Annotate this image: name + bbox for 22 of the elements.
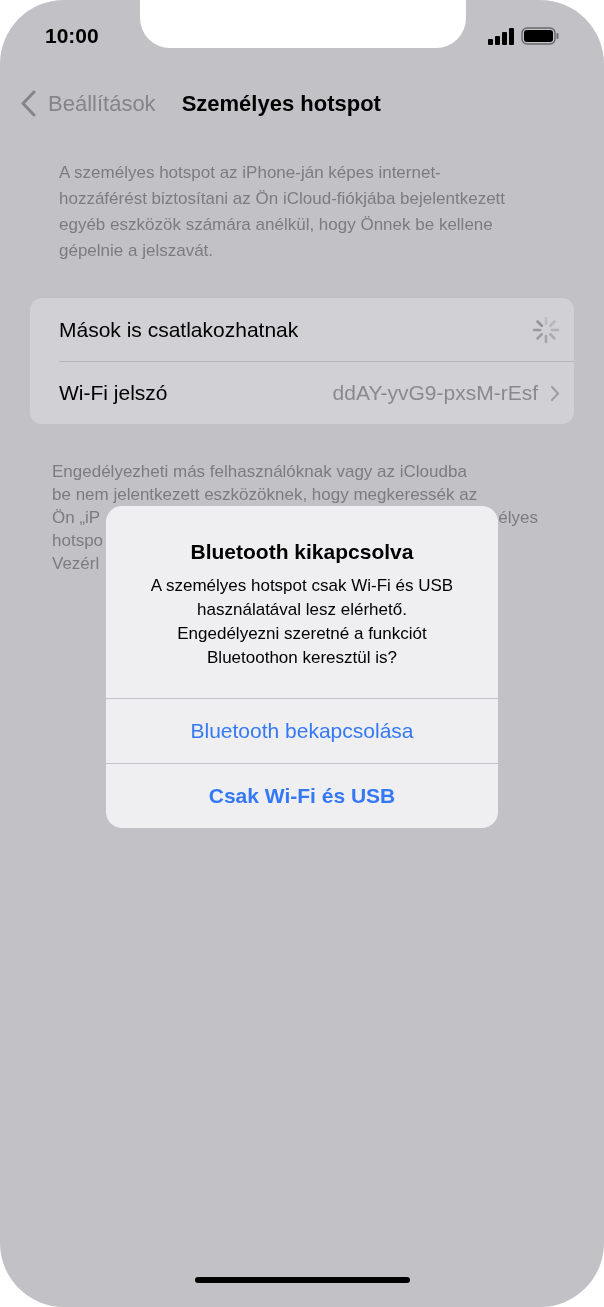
alert-action-button[interactable]: Csak Wi-Fi és USB	[106, 762, 498, 828]
description-text: A személyes hotspot az iPhone-ján képes internet-hozzáférést biztosítani az Ön iCloud-fiókjába bejelentkezett egyéb eszközök számára anélkül, hogy Önnek be kellene gépelnie a jelszavát.	[59, 162, 507, 262]
page-title: Személyes hotspot	[181, 89, 381, 118]
chevron-left-icon	[20, 89, 36, 117]
footer-text: Engedélyezheti más felhasználóknak vagy az iCloudba	[52, 460, 467, 483]
loading-spinner-icon	[532, 315, 560, 344]
alert-title: Bluetooth kikapcsolva	[190, 539, 414, 565]
footer-text: hotspo	[52, 529, 104, 552]
back-button[interactable]: Beállítások	[20, 86, 156, 120]
footer-text: Vezérl	[52, 552, 100, 575]
settings-row[interactable]: Wi-Fi jelszó ddAY-yvG9-pxsM-rEsf	[59, 361, 574, 424]
signal-icon	[488, 27, 515, 45]
status-time: 10:00	[45, 23, 99, 50]
password-value: ddAY-yvG9-pxsM-rEsf	[332, 380, 538, 407]
footer-text: élyes	[498, 506, 538, 529]
alert-action-button[interactable]: Bluetooth bekapcsolása	[106, 697, 498, 763]
chevron-right-icon	[550, 384, 560, 402]
footer-text: be nem jelentkezett eszközöknek, hogy megkeressék az	[52, 483, 478, 506]
battery-icon	[521, 27, 559, 45]
footer-text: Ön „iP	[52, 506, 101, 529]
alert-message: A személyes hotspot csak Wi-Fi és USB használatával lesz elérhető. Engedélyezni szeretné a funkciót Bluetoothon keresztül is?	[150, 574, 454, 669]
settings-row[interactable]: Mások is csatlakozhatnak	[59, 298, 574, 361]
